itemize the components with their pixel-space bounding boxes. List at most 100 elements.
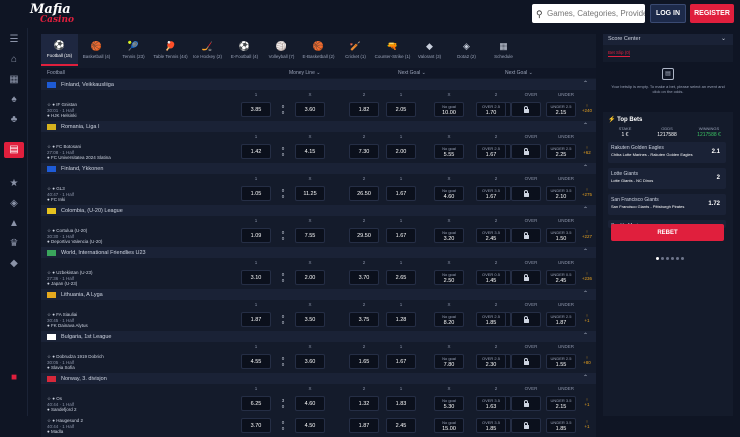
search-box[interactable]: ⚲ [532,4,645,23]
carousel-dot[interactable] [681,257,684,260]
odd-button[interactable]: 4.15 [295,144,325,159]
odd-button[interactable]: 3.10 [241,270,271,285]
tab-cricket[interactable]: 🏏 Cricket (1) [337,34,374,66]
over-odd-button[interactable]: OVER 2.5 1.67 [476,144,506,159]
match-teams[interactable]: ☆ ● GL3 40:47 · 1 Half ● FC Inki [47,186,74,203]
under-odd-button[interactable]: UNDER 0.5 2.45 [546,270,576,285]
odd-button[interactable]: 4.50 [295,418,325,433]
match-row[interactable]: ☆ ● Haugesund 2 40:44 · 1 Half ● Madla 0 0 3.… [41,415,596,437]
odd-button[interactable]: No goal 8.20 [434,312,464,327]
tab-bet-slip[interactable]: Bet Slip (0) [608,50,631,57]
odd-button[interactable]: 3.70 [241,418,271,433]
grid-icon[interactable]: ▦ [8,74,20,86]
top-bet-item[interactable]: Lotte Giants Lotte Giants - NC Dinos 2 [608,168,726,189]
under-odd-button[interactable]: UNDER 3.5 2.10 [546,186,576,201]
odd-button[interactable]: 3.75 [349,312,379,327]
match-row[interactable]: ☆ ● GL3 40:47 · 1 Half ● FC Inki 0 0 1.05 11.2… [41,183,596,205]
odd-button[interactable]: 11.25 [295,186,325,201]
odd-button[interactable]: 2.00 [386,144,416,159]
odd-button[interactable]: 2.45 [386,418,416,433]
match-teams[interactable]: ☆ ● IF Gnistan 30:01 · 1 Half ● HJK Helsin… [47,102,77,119]
more-markets[interactable]: ↑ +227 [581,229,593,239]
under-odd-button[interactable]: UNDER 3.5 1.85 [546,418,576,433]
odd-button[interactable]: 2.00 [295,270,325,285]
under-odd-button[interactable]: UNDER 2.5 2.15 [546,102,576,117]
carousel-dot[interactable] [671,257,674,260]
carousel-dot[interactable] [656,257,659,260]
odd-button[interactable]: 7.30 [349,144,379,159]
tab-tennis[interactable]: 🎾 Tennis (23) [115,34,152,66]
gift-icon[interactable]: ◈ [8,198,20,210]
league-header[interactable]: Finland, Veikkausliiga ⌃ [41,79,596,90]
cards-icon[interactable]: ♠ [8,94,20,106]
over-odd-button[interactable]: OVER 3.5 1.63 [476,396,506,411]
match-teams[interactable]: ☆ ● Uzbekistan (U-23) 27:36 · 1 Half ● Jap… [47,270,93,287]
odd-button[interactable]: No goal 2.50 [434,270,464,285]
odd-button[interactable]: No goal 5.30 [434,396,464,411]
tab-e-football[interactable]: ⚽ E-Football (4) [226,34,263,66]
over-odd-button[interactable]: OVER 3.5 2.45 [476,228,506,243]
tab-e-basketball[interactable]: 🏀 E-Basketball (2) [300,34,337,66]
tab-counter-strike[interactable]: 🔫 Counter-Strike (1) [374,34,411,66]
league-header[interactable]: Romania, Liga I ⌃ [41,121,596,132]
match-row[interactable]: ☆ ● FC Botosani 27:08 · 1 Half ● FC Univer… [41,141,596,163]
chevron-up-icon[interactable]: ⌃ [583,374,588,381]
odd-button[interactable]: No goal 3.20 [434,228,464,243]
carousel-dot[interactable] [666,257,669,260]
score-center-header[interactable]: Score Center ⌄ [603,34,733,45]
crown-icon[interactable]: ♛ [8,238,20,250]
chevron-up-icon[interactable]: ⌃ [583,122,588,129]
odd-button[interactable]: 7.55 [295,228,325,243]
odd-button[interactable]: 4.60 [295,396,325,411]
match-teams[interactable]: ☆ ● FA Siauliai 30:45 · 1 Half ● FK Dainav… [47,312,88,329]
odd-button[interactable]: 1.67 [386,228,416,243]
market-select-money-line[interactable]: Money Line ⌄ [289,70,320,76]
match-row[interactable]: ☆ ● Cortulua (U-20) 30:30 · 1 Half ● Depor… [41,225,596,247]
shield-icon[interactable]: ◆ [8,258,20,270]
collapse-icon[interactable]: ☰ [8,34,20,46]
under-odd-button[interactable]: UNDER 3.5 1.50 [546,228,576,243]
more-markets[interactable]: ↑ +62 [581,145,593,155]
top-bet-item[interactable]: San Francisco Giants San Francisco Giants… [608,194,726,215]
top-bet-item[interactable]: Rakuten Golden Eagles Chiba Lotte Marines… [608,142,726,163]
odd-button[interactable]: 1.83 [386,396,416,411]
odd-button[interactable]: 1.32 [349,396,379,411]
login-button[interactable]: LOG IN [650,4,686,23]
match-teams[interactable]: ☆ ● Os 40:44 · 1 Half ● Sandefjord 2 [47,396,77,413]
odd-button[interactable]: 1.87 [349,418,379,433]
trophy-icon[interactable]: ▲ [8,218,20,230]
odd-button[interactable]: 2.65 [386,270,416,285]
home-icon[interactable]: ⌂ [8,54,20,66]
clover-icon[interactable]: ♣ [8,114,20,126]
odd-button[interactable]: 1.09 [241,228,271,243]
odd-button[interactable]: 1.28 [386,312,416,327]
odd-button[interactable]: 1.65 [349,354,379,369]
chevron-up-icon[interactable]: ⌃ [583,332,588,339]
match-teams[interactable]: ☆ ● Dobrudza 1919 Dobrich 30:05 · 1 Half ●… [47,354,104,371]
odd-button[interactable]: 1.42 [241,144,271,159]
odd-button[interactable]: 29.50 [349,228,379,243]
match-teams[interactable]: ☆ ● Cortulua (U-20) 30:30 · 1 Half ● Depor… [47,228,102,245]
over-odd-button[interactable]: OVER 3.5 1.67 [476,186,506,201]
carousel-dot[interactable] [661,257,664,260]
match-row[interactable]: ☆ ● IF Gnistan 30:01 · 1 Half ● HJK Helsin… [41,99,596,121]
tab-table-tennis[interactable]: 🏓 Table Tennis (44) [152,34,189,66]
tab-schedule[interactable]: ▦ Schedule [485,34,522,66]
odd-button[interactable]: No goal 7.80 [434,354,464,369]
more-markets[interactable]: ↑ +1 [581,419,593,429]
market-select-next-goal[interactable]: Next Goal ⌄ [398,70,426,76]
odd-button[interactable]: No goal 10.00 [434,102,464,117]
rebet-button[interactable]: REBET [611,224,724,241]
register-button[interactable]: REGISTER [690,4,734,23]
league-header[interactable]: Lithuania, A Lyga ⌃ [41,289,596,300]
more-markets[interactable]: ↑ +236 [581,271,593,281]
sports-icon[interactable]: ▤ [4,142,24,158]
odd-button[interactable]: 26.50 [349,186,379,201]
odd-button[interactable]: 1.87 [241,312,271,327]
carousel-dot[interactable] [676,257,679,260]
over-odd-button[interactable]: OVER 2.5 2.30 [476,354,506,369]
tab-ice-hockey[interactable]: 🏒 Ice Hockey (2) [189,34,226,66]
chevron-up-icon[interactable]: ⌃ [583,164,588,171]
odd-button[interactable]: 1.05 [241,186,271,201]
star-icon[interactable]: ★ [8,178,20,190]
